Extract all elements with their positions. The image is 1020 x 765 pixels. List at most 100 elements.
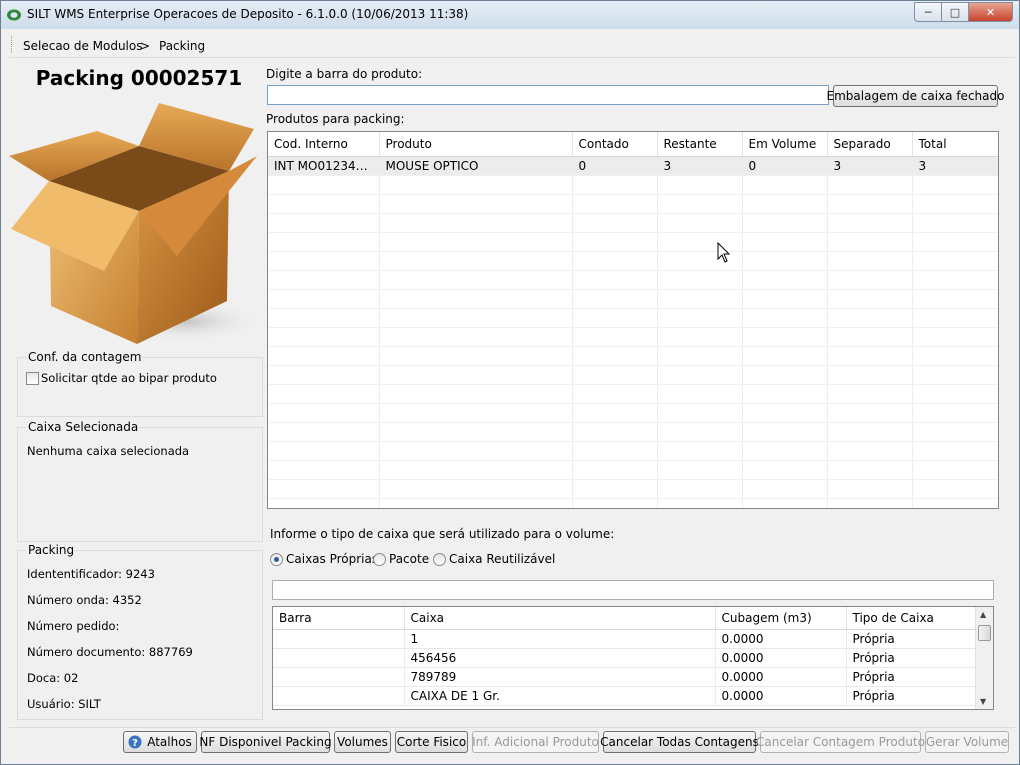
empty-cell bbox=[379, 213, 573, 233]
col-barra[interactable]: Barra bbox=[273, 607, 405, 630]
atalhos-button[interactable]: ? Atalhos bbox=[123, 731, 197, 753]
cell-barra bbox=[273, 686, 405, 706]
breadcrumb-separator: > bbox=[140, 39, 151, 53]
cell-em-volume: 0 bbox=[742, 156, 828, 176]
empty-cell bbox=[379, 232, 573, 252]
volumes-button[interactable]: Volumes bbox=[334, 731, 391, 753]
radio-pacote[interactable] bbox=[373, 553, 386, 566]
toolbar-grip[interactable] bbox=[11, 36, 14, 53]
col-restante[interactable]: Restante bbox=[657, 132, 743, 157]
empty-cell bbox=[657, 194, 743, 214]
empty-cell bbox=[827, 479, 913, 499]
boxes-scrollbar[interactable]: ▲ ▼ bbox=[975, 607, 993, 709]
col-total[interactable]: Total bbox=[912, 132, 998, 157]
solicitar-qtde-checkbox[interactable] bbox=[26, 372, 39, 385]
empty-cell bbox=[742, 498, 828, 508]
cell-caixa: 789789 bbox=[404, 667, 716, 687]
empty-cell bbox=[827, 308, 913, 328]
cancelar-todas-contagens-button[interactable]: Cancelar Todas Contagens bbox=[600, 731, 759, 753]
packing-info-label: Packing bbox=[26, 543, 77, 557]
cell-restante: 3 bbox=[657, 156, 743, 176]
empty-cell bbox=[742, 251, 828, 271]
corte-fisico-button[interactable]: Corte Fisico bbox=[395, 731, 468, 753]
table-row[interactable]: INT MO0123456... MOUSE OPTICO 0 3 0 3 3 bbox=[268, 156, 998, 176]
breadcrumb-root[interactable]: Selecao de Modulos bbox=[23, 39, 142, 53]
close-button[interactable]: ✕ bbox=[969, 2, 1013, 22]
maximize-button[interactable]: □ bbox=[942, 2, 969, 22]
empty-rows bbox=[268, 175, 998, 508]
empty-cell bbox=[827, 251, 913, 271]
empty-cell bbox=[827, 365, 913, 385]
cancelar-contagem-produto-button[interactable]: Cancelar Contagem Produto bbox=[756, 731, 925, 753]
empty-cell bbox=[268, 251, 380, 271]
empty-cell bbox=[657, 346, 743, 366]
gerar-volume-button[interactable]: Gerar Volume bbox=[925, 731, 1009, 753]
empty-cell bbox=[742, 346, 828, 366]
empty-row bbox=[268, 422, 998, 442]
radio-caixa-reutilizavel-label[interactable]: Caixa Reutilizável bbox=[449, 552, 555, 566]
col-produto[interactable]: Produto bbox=[379, 132, 573, 157]
empty-cell bbox=[572, 441, 658, 461]
empty-cell bbox=[912, 251, 998, 271]
empty-cell bbox=[268, 479, 380, 499]
box-filter-input[interactable] bbox=[272, 580, 994, 600]
nf-disponivel-packing-button[interactable]: NF Disponivel Packing bbox=[199, 731, 332, 753]
title-bar: SILT WMS Enterprise Operacoes de Deposit… bbox=[1, 1, 1019, 29]
barcode-label: Digite a barra do produto: bbox=[266, 67, 423, 81]
empty-cell bbox=[657, 422, 743, 442]
col-contado[interactable]: Contado bbox=[572, 132, 658, 157]
empty-row bbox=[268, 308, 998, 328]
embalagem-caixa-fechado-button[interactable]: Embalagem de caixa fechado bbox=[827, 85, 1004, 107]
inf-adicional-produto-button[interactable]: Inf. Adicional Produto bbox=[472, 731, 599, 753]
empty-cell bbox=[268, 308, 380, 328]
numero-onda-text: Número onda: 4352 bbox=[27, 593, 142, 607]
table-row[interactable]: 789789 0.0000 Própria bbox=[273, 667, 976, 687]
empty-cell bbox=[572, 213, 658, 233]
radio-caixa-reutilizavel[interactable] bbox=[433, 553, 446, 566]
radio-pacote-label[interactable]: Pacote bbox=[389, 552, 429, 566]
empty-row bbox=[268, 479, 998, 499]
empty-row bbox=[268, 232, 998, 252]
col-em-volume[interactable]: Em Volume bbox=[742, 132, 828, 157]
table-row[interactable]: CAIXA DE 1 Gr. 0.0000 Própria bbox=[273, 686, 976, 706]
numero-pedido-text: Número pedido: bbox=[27, 619, 120, 633]
scroll-up-icon[interactable]: ▲ bbox=[980, 610, 986, 619]
minimize-button[interactable]: ─ bbox=[914, 2, 942, 22]
empty-cell bbox=[912, 194, 998, 214]
scroll-thumb[interactable] bbox=[978, 625, 991, 641]
app-icon bbox=[7, 9, 21, 21]
empty-cell bbox=[657, 270, 743, 290]
barcode-input[interactable] bbox=[267, 85, 829, 105]
radio-caixas-proprias-label[interactable]: Caixas Próprias bbox=[286, 552, 378, 566]
col-tipo-caixa[interactable]: Tipo de Caixa bbox=[846, 607, 976, 630]
minimize-icon: ─ bbox=[924, 5, 932, 19]
empty-cell bbox=[572, 403, 658, 423]
col-caixa[interactable]: Caixa bbox=[404, 607, 716, 630]
empty-row bbox=[268, 194, 998, 214]
boxes-grid[interactable]: Barra Caixa Cubagem (m3) Tipo de Caixa 1… bbox=[272, 606, 994, 710]
table-row[interactable]: 1 0.0000 Própria bbox=[273, 629, 976, 649]
empty-cell bbox=[572, 251, 658, 271]
empty-cell bbox=[268, 213, 380, 233]
empty-cell bbox=[657, 384, 743, 404]
empty-cell bbox=[912, 460, 998, 480]
empty-cell bbox=[742, 460, 828, 480]
empty-cell bbox=[912, 441, 998, 461]
conf-contagem-group: Conf. da contagem Solicitar qtde ao bipa… bbox=[17, 350, 263, 417]
scroll-down-icon[interactable]: ▼ bbox=[980, 697, 986, 706]
open-box-image bbox=[9, 103, 261, 344]
cell-tipo-caixa: Própria bbox=[846, 629, 976, 649]
table-row[interactable]: 456456 0.0000 Própria bbox=[273, 648, 976, 668]
col-cod-interno[interactable]: Cod. Interno bbox=[268, 132, 380, 157]
cell-tipo-caixa: Própria bbox=[846, 667, 976, 687]
radio-caixas-proprias[interactable] bbox=[270, 553, 283, 566]
empty-cell bbox=[268, 441, 380, 461]
col-cubagem[interactable]: Cubagem (m3) bbox=[715, 607, 847, 630]
empty-cell bbox=[912, 403, 998, 423]
empty-cell bbox=[572, 422, 658, 442]
empty-cell bbox=[268, 498, 380, 508]
products-grid[interactable]: Cod. Interno Produto Contado Restante Em… bbox=[267, 131, 999, 509]
empty-cell bbox=[912, 213, 998, 233]
solicitar-qtde-label[interactable]: Solicitar qtde ao bipar produto bbox=[41, 371, 217, 385]
col-separado[interactable]: Separado bbox=[827, 132, 913, 157]
